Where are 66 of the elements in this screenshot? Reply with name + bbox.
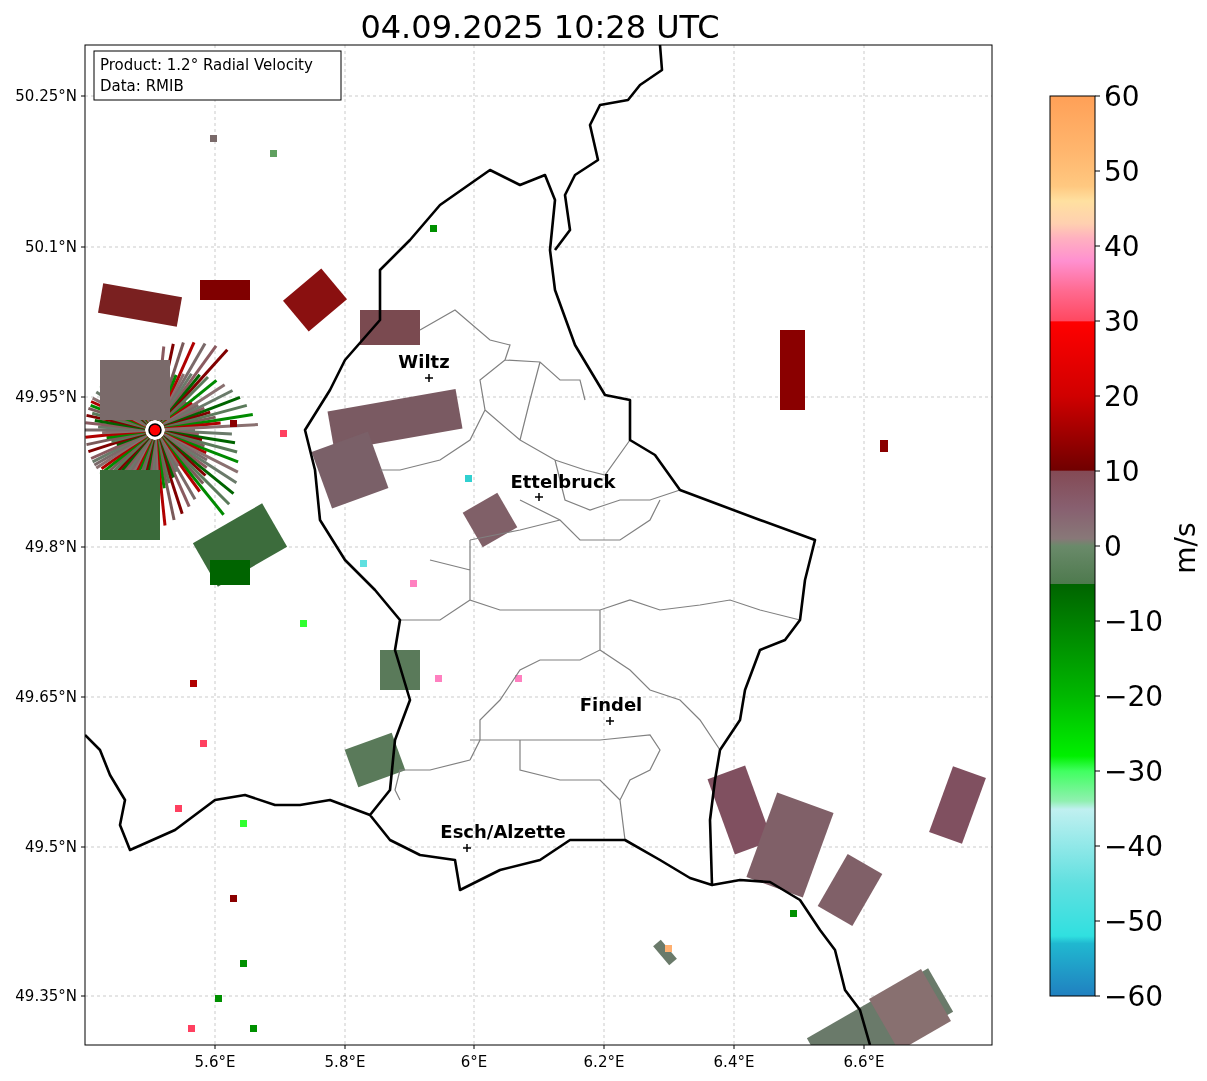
colorbar-label: m/s	[1169, 522, 1202, 574]
radar-echo	[200, 280, 250, 300]
colorbar-tick-label: 50	[1104, 155, 1140, 188]
radar-echo	[270, 150, 277, 157]
y-tick-label: 49.95°N	[15, 388, 77, 406]
city-marker-icon	[534, 492, 544, 502]
colorbar-tick-label: 30	[1104, 305, 1140, 338]
colorbar-tick-label: 60	[1104, 80, 1140, 113]
x-tick-label: 6.4°E	[713, 1053, 755, 1071]
colorbar-tick-label: 20	[1104, 380, 1140, 413]
city-marker-icon	[462, 843, 472, 853]
city-label: Ettelbruck	[510, 471, 616, 492]
colorbar-tick-label: 10	[1104, 455, 1140, 488]
city-label: Wiltz	[398, 351, 450, 372]
radar-echo	[410, 580, 417, 587]
y-tick-label: 49.65°N	[15, 688, 77, 706]
colorbar-tick-label: 40	[1104, 230, 1140, 263]
radar-echo	[190, 680, 197, 687]
y-tick-label: 49.8°N	[24, 538, 77, 556]
city-marker-icon	[424, 373, 434, 383]
radar-echo	[250, 1025, 257, 1032]
radar-echo	[210, 135, 217, 142]
y-tick-label: 49.35°N	[15, 987, 77, 1005]
x-tick-label: 5.8°E	[324, 1053, 366, 1071]
radar-echo	[515, 675, 522, 682]
radar-echo	[230, 420, 237, 427]
radar-echo	[230, 895, 237, 902]
city-label: Esch/Alzette	[440, 821, 566, 842]
city-label: Findel	[579, 694, 643, 715]
radar-site-icon	[148, 423, 162, 437]
colorbar-tick-label: −30	[1104, 755, 1164, 788]
x-tick-label: 6.2°E	[583, 1053, 625, 1071]
colorbar-tick-label: −40	[1104, 830, 1164, 863]
info-text: Product: 1.2° Radial Velocity	[100, 56, 313, 74]
city-marker-icon	[605, 716, 615, 726]
y-tick-label: 50.1°N	[24, 238, 77, 256]
radar-echo	[360, 560, 367, 567]
radar-echo	[100, 360, 170, 420]
colorbar-tick-label: −60	[1104, 980, 1164, 1013]
radar-echo	[430, 225, 437, 232]
colorbar-tick-label: −50	[1104, 905, 1164, 938]
x-tick-label: 6°E	[460, 1053, 488, 1071]
info-text: Data: RMIB	[100, 77, 184, 95]
radar-echo	[380, 650, 420, 690]
radar-echo	[200, 740, 207, 747]
radar-echo	[240, 820, 247, 827]
colorbar-tick-label: −20	[1104, 680, 1164, 713]
radar-echo	[360, 310, 420, 345]
colorbar-tick-label: 0	[1104, 530, 1122, 563]
radar-echo	[240, 960, 247, 967]
radar-echo	[465, 475, 472, 482]
x-tick-label: 5.6°E	[194, 1053, 236, 1071]
radar-echo	[100, 470, 160, 540]
radar-echo	[435, 675, 442, 682]
radar-echo	[188, 1025, 195, 1032]
colorbar-tick-label: −10	[1104, 605, 1164, 638]
chart-title: 04.09.2025 10:28 UTC	[360, 8, 720, 46]
radar-echo	[300, 620, 307, 627]
radar-echo	[880, 440, 888, 452]
radar-echo	[790, 910, 797, 917]
radar-echo	[280, 430, 287, 437]
x-tick-label: 6.6°E	[843, 1053, 885, 1071]
y-tick-label: 50.25°N	[15, 87, 77, 105]
radar-echo	[175, 805, 182, 812]
radar-echo	[215, 995, 222, 1002]
y-tick-label: 49.5°N	[24, 838, 77, 856]
